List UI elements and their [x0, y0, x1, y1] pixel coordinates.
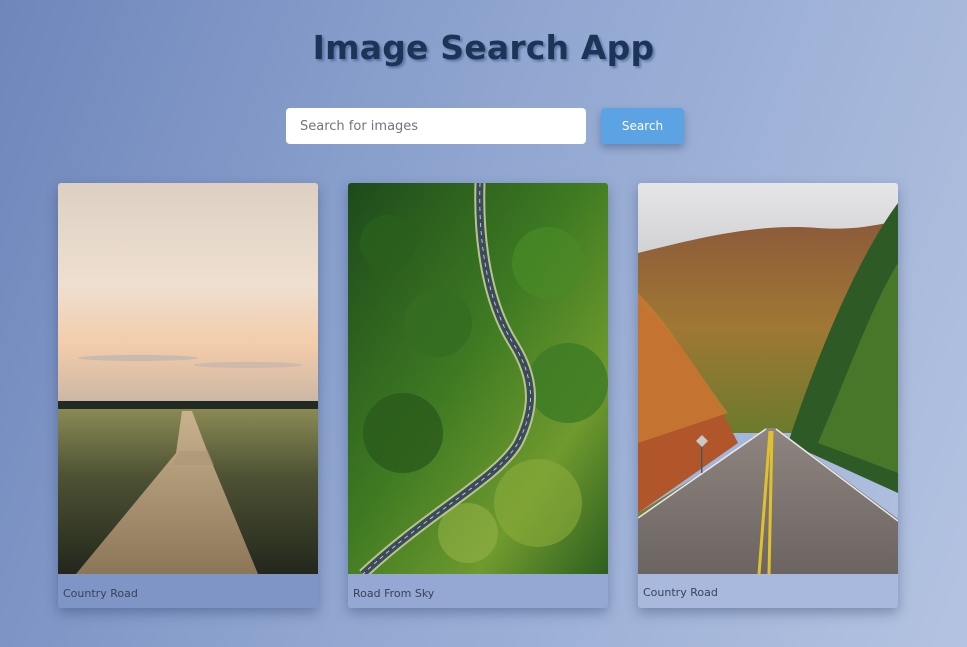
card-caption: Road From Sky: [348, 574, 608, 608]
image-card[interactable]: Road From Sky: [348, 183, 608, 608]
autumn-road-image[interactable]: [638, 183, 898, 574]
search-input[interactable]: [286, 108, 586, 144]
search-button[interactable]: Search: [601, 108, 684, 144]
card-caption: Country Road: [58, 574, 318, 608]
card-caption: Country Road: [638, 574, 898, 608]
aerial-forest-road-image[interactable]: [348, 183, 608, 574]
image-card[interactable]: Country Road: [638, 183, 898, 608]
page-title: Image Search App: [312, 28, 655, 67]
image-card[interactable]: Country Road: [58, 183, 318, 608]
country-road-sunset-image[interactable]: [58, 183, 318, 574]
